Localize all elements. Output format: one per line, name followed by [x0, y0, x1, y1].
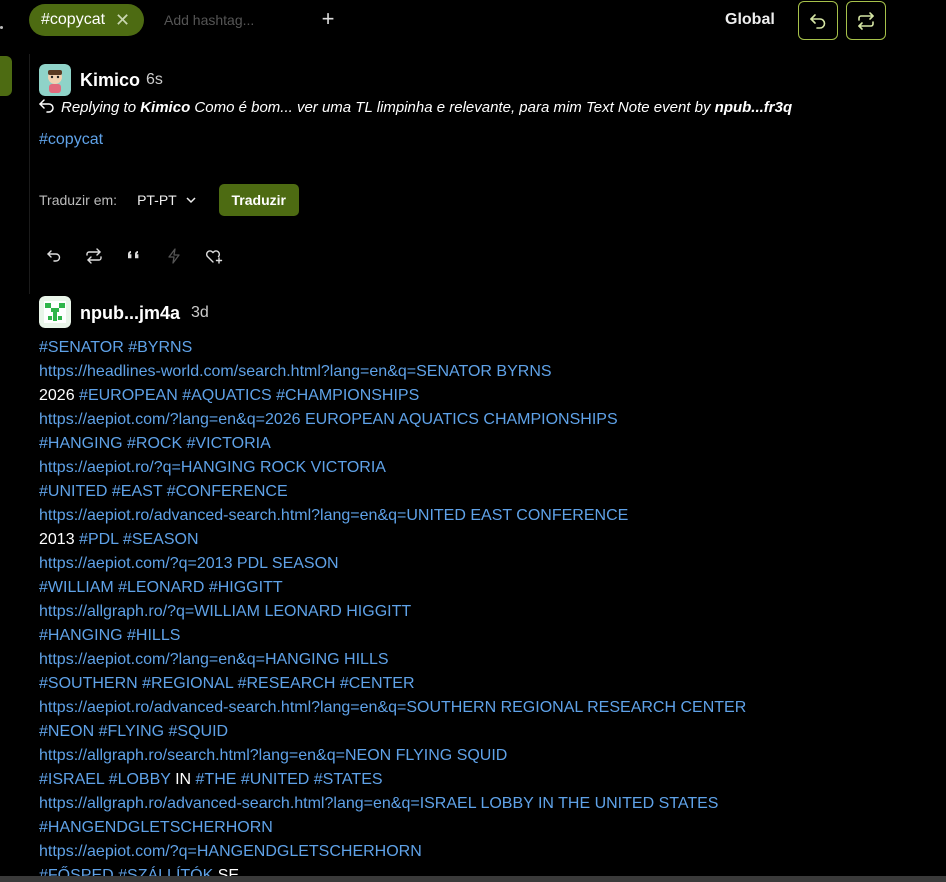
content-line: https://aepiot.ro/advanced-search.html?l…	[39, 696, 746, 720]
note-timestamp[interactable]: 3d	[191, 304, 209, 322]
content-line: #HANGENDGLETSCHERHORN	[39, 816, 746, 840]
plain-text: IN	[170, 771, 196, 788]
content-line: 2013 #PDL #SEASON	[39, 528, 746, 552]
content-line: 2026 #EUROPEAN #AQUATICS #CHAMPIONSHIPS	[39, 384, 746, 408]
hashtag-link[interactable]: #HANGING #HILLS	[39, 627, 180, 644]
content-line: #UNITED #EAST #CONFERENCE	[39, 480, 746, 504]
reply-author[interactable]: Kimico	[140, 99, 190, 116]
note-actions	[44, 246, 224, 266]
repost-button[interactable]	[84, 246, 104, 266]
thread-divider	[29, 54, 30, 294]
translate-button[interactable]: Traduzir	[218, 184, 299, 216]
feed-scope-label[interactable]: Global	[725, 11, 775, 29]
hashtag-chip-label: #copycat	[41, 11, 106, 28]
reply-icon	[47, 250, 61, 262]
bottom-edge	[0, 876, 946, 882]
content-line: #HANGING #HILLS	[39, 624, 746, 648]
add-hashtag-button[interactable]: +	[318, 8, 338, 32]
chevron-down-icon	[186, 197, 196, 204]
repost-icon	[858, 11, 874, 30]
avatar[interactable]	[39, 64, 71, 96]
react-button[interactable]	[204, 246, 224, 266]
reply-button[interactable]	[44, 246, 64, 266]
replies-filter-button[interactable]	[798, 1, 838, 40]
note-timestamp[interactable]: 6s	[146, 71, 163, 89]
url-link[interactable]: https://aepiot.ro/advanced-search.html?l…	[39, 699, 746, 716]
content-line: #WILLIAM #LEONARD #HIGGITT	[39, 576, 746, 600]
zap-button[interactable]	[164, 246, 184, 266]
content-line: https://aepiot.ro/?q=HANGING ROCK VICTOR…	[39, 456, 746, 480]
hashtag-link[interactable]: #HANGENDGLETSCHERHORN	[39, 819, 273, 836]
note-author[interactable]: Kimico	[80, 70, 140, 91]
hashtag-link[interactable]: #PDL #SEASON	[79, 531, 198, 548]
content-line: #HANGING #ROCK #VICTORIA	[39, 432, 746, 456]
content-line: https://aepiot.ro/advanced-search.html?l…	[39, 504, 746, 528]
content-line: https://aepiot.com/?lang=en&q=2026 EUROP…	[39, 408, 746, 432]
translate-label: Traduzir em:	[39, 192, 118, 208]
language-select[interactable]: PT-PT	[137, 192, 197, 208]
reply-context[interactable]: Replying to Kimico Como é bom... ver uma…	[39, 99, 792, 116]
quote-icon	[128, 251, 139, 259]
url-link[interactable]: https://allgraph.ro/advanced-search.html…	[39, 795, 718, 812]
url-link[interactable]: https://aepiot.ro/advanced-search.html?l…	[39, 507, 628, 524]
hashtag-link[interactable]: #HANGING #ROCK #VICTORIA	[39, 435, 271, 452]
url-link[interactable]: https://aepiot.com/?lang=en&q=2026 EUROP…	[39, 411, 618, 428]
url-link[interactable]: https://headlines-world.com/search.html?…	[39, 363, 552, 380]
url-link[interactable]: https://aepiot.ro/?q=HANGING ROCK VICTOR…	[39, 459, 386, 476]
hashtag-input[interactable]	[154, 6, 304, 34]
content-line: https://aepiot.com/?lang=en&q=HANGING HI…	[39, 648, 746, 672]
content-line: https://allgraph.ro/search.html?lang=en&…	[39, 744, 746, 768]
note-content: #SENATOR #BYRNS https://headlines-world.c…	[39, 336, 746, 882]
quote-button[interactable]	[124, 246, 144, 266]
hashtag-link[interactable]: #UNITED #EAST #CONFERENCE	[39, 483, 288, 500]
sidebar-active-indicator	[0, 56, 12, 96]
content-line: https://aepiot.com/?q=HANGENDGLETSCHERHO…	[39, 840, 746, 864]
content-line: https://aepiot.com/?q=2013 PDL SEASON	[39, 552, 746, 576]
content-line: #SOUTHERN #REGIONAL #RESEARCH #CENTER	[39, 672, 746, 696]
content-line: https://headlines-world.com/search.html?…	[39, 360, 746, 384]
content-line: https://allgraph.ro/?q=WILLIAM LEONARD H…	[39, 600, 746, 624]
hashtag-link[interactable]: #EUROPEAN #AQUATICS #CHAMPIONSHIPS	[79, 387, 419, 404]
plain-text: 2026	[39, 387, 80, 404]
zap-icon	[168, 248, 180, 264]
avatar[interactable]	[39, 296, 71, 328]
react-icon	[206, 250, 223, 264]
hashtag-link[interactable]: #ISRAEL #LOBBY	[39, 771, 171, 788]
hashtag-link[interactable]: #WILLIAM #LEONARD #HIGGITT	[39, 579, 283, 596]
hashtag-link[interactable]: #SOUTHERN #REGIONAL #RESEARCH #CENTER	[39, 675, 415, 692]
url-link[interactable]: https://allgraph.ro/search.html?lang=en&…	[39, 747, 507, 764]
content-line: #NEON #FLYING #SQUID	[39, 720, 746, 744]
url-link[interactable]: https://aepiot.com/?q=2013 PDL SEASON	[39, 555, 339, 572]
sidebar-edge-dot	[0, 26, 3, 29]
url-link[interactable]: https://aepiot.com/?q=HANGENDGLETSCHERHO…	[39, 843, 422, 860]
plain-text: 2013	[39, 531, 80, 548]
hashtag-link[interactable]: #THE #UNITED #STATES	[196, 771, 383, 788]
reply-icon	[39, 99, 54, 113]
top-bar: #copycat ✕ + Global	[0, 0, 946, 42]
reply-prefix: Replying to	[61, 99, 137, 116]
reply-npub[interactable]: npub...fr3q	[715, 99, 793, 116]
content-line: #ISRAEL #LOBBY IN #THE #UNITED #STATES	[39, 768, 746, 792]
reply-preview-text: Como é bom... ver uma TL limpinha e rele…	[194, 99, 711, 116]
content-line: #SENATOR #BYRNS	[39, 336, 746, 360]
content-line: https://allgraph.ro/advanced-search.html…	[39, 792, 746, 816]
hashtag-chip[interactable]: #copycat ✕	[29, 4, 144, 36]
note-author[interactable]: npub...jm4a	[80, 303, 180, 324]
close-icon[interactable]: ✕	[115, 11, 130, 29]
url-link[interactable]: https://aepiot.com/?lang=en&q=HANGING HI…	[39, 651, 389, 668]
repost-icon	[86, 248, 102, 264]
reposts-filter-button[interactable]	[846, 1, 886, 40]
hashtag-link[interactable]: #SENATOR #BYRNS	[39, 339, 192, 356]
note-hashtag-link[interactable]: #copycat	[39, 131, 103, 149]
url-link[interactable]: https://allgraph.ro/?q=WILLIAM LEONARD H…	[39, 603, 411, 620]
reply-icon	[810, 13, 826, 29]
hashtag-link[interactable]: #NEON #FLYING #SQUID	[39, 723, 228, 740]
translate-row: Traduzir em: PT-PT Traduzir	[39, 184, 299, 216]
language-value: PT-PT	[137, 192, 177, 208]
